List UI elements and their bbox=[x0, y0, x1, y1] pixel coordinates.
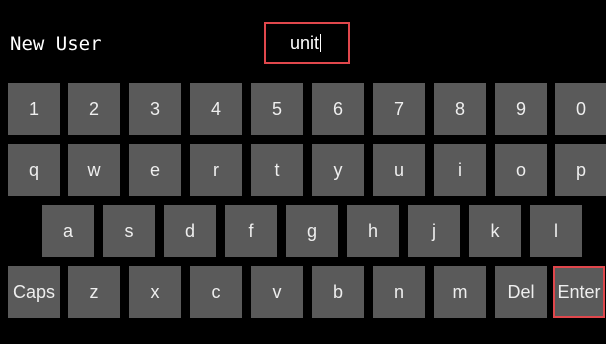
key-3[interactable]: 3 bbox=[129, 83, 181, 135]
delete-key[interactable]: Del bbox=[495, 266, 547, 318]
key-9[interactable]: 9 bbox=[495, 83, 547, 135]
key-e[interactable]: e bbox=[129, 144, 181, 196]
key-s[interactable]: s bbox=[103, 205, 155, 257]
key-0[interactable]: 0 bbox=[555, 83, 606, 135]
text-caret bbox=[320, 34, 322, 52]
key-d[interactable]: d bbox=[164, 205, 216, 257]
name-input-value: unit bbox=[290, 33, 322, 53]
key-v[interactable]: v bbox=[251, 266, 303, 318]
key-i[interactable]: i bbox=[434, 144, 486, 196]
input-text: unit bbox=[290, 33, 320, 53]
key-t[interactable]: t bbox=[251, 144, 303, 196]
key-1[interactable]: 1 bbox=[8, 83, 60, 135]
key-5[interactable]: 5 bbox=[251, 83, 303, 135]
key-6[interactable]: 6 bbox=[312, 83, 364, 135]
key-f[interactable]: f bbox=[225, 205, 277, 257]
name-input-field[interactable]: unit bbox=[264, 22, 350, 64]
enter-key[interactable]: Enter bbox=[553, 266, 605, 318]
key-q[interactable]: q bbox=[8, 144, 60, 196]
key-x[interactable]: x bbox=[129, 266, 181, 318]
key-4[interactable]: 4 bbox=[190, 83, 242, 135]
key-r[interactable]: r bbox=[190, 144, 242, 196]
key-7[interactable]: 7 bbox=[373, 83, 425, 135]
key-u[interactable]: u bbox=[373, 144, 425, 196]
key-k[interactable]: k bbox=[469, 205, 521, 257]
key-g[interactable]: g bbox=[286, 205, 338, 257]
key-b[interactable]: b bbox=[312, 266, 364, 318]
key-w[interactable]: w bbox=[68, 144, 120, 196]
caps-key[interactable]: Caps bbox=[8, 266, 60, 318]
key-h[interactable]: h bbox=[347, 205, 399, 257]
page-title: New User bbox=[10, 33, 102, 55]
key-j[interactable]: j bbox=[408, 205, 460, 257]
key-z[interactable]: z bbox=[68, 266, 120, 318]
key-l[interactable]: l bbox=[530, 205, 582, 257]
key-m[interactable]: m bbox=[434, 266, 486, 318]
key-c[interactable]: c bbox=[190, 266, 242, 318]
key-a[interactable]: a bbox=[42, 205, 94, 257]
key-8[interactable]: 8 bbox=[434, 83, 486, 135]
key-n[interactable]: n bbox=[373, 266, 425, 318]
key-p[interactable]: p bbox=[555, 144, 606, 196]
keyboard-screen: New User unit 1 2 3 4 5 6 7 8 9 0 q w e … bbox=[0, 0, 606, 344]
key-o[interactable]: o bbox=[495, 144, 547, 196]
key-y[interactable]: y bbox=[312, 144, 364, 196]
key-2[interactable]: 2 bbox=[68, 83, 120, 135]
